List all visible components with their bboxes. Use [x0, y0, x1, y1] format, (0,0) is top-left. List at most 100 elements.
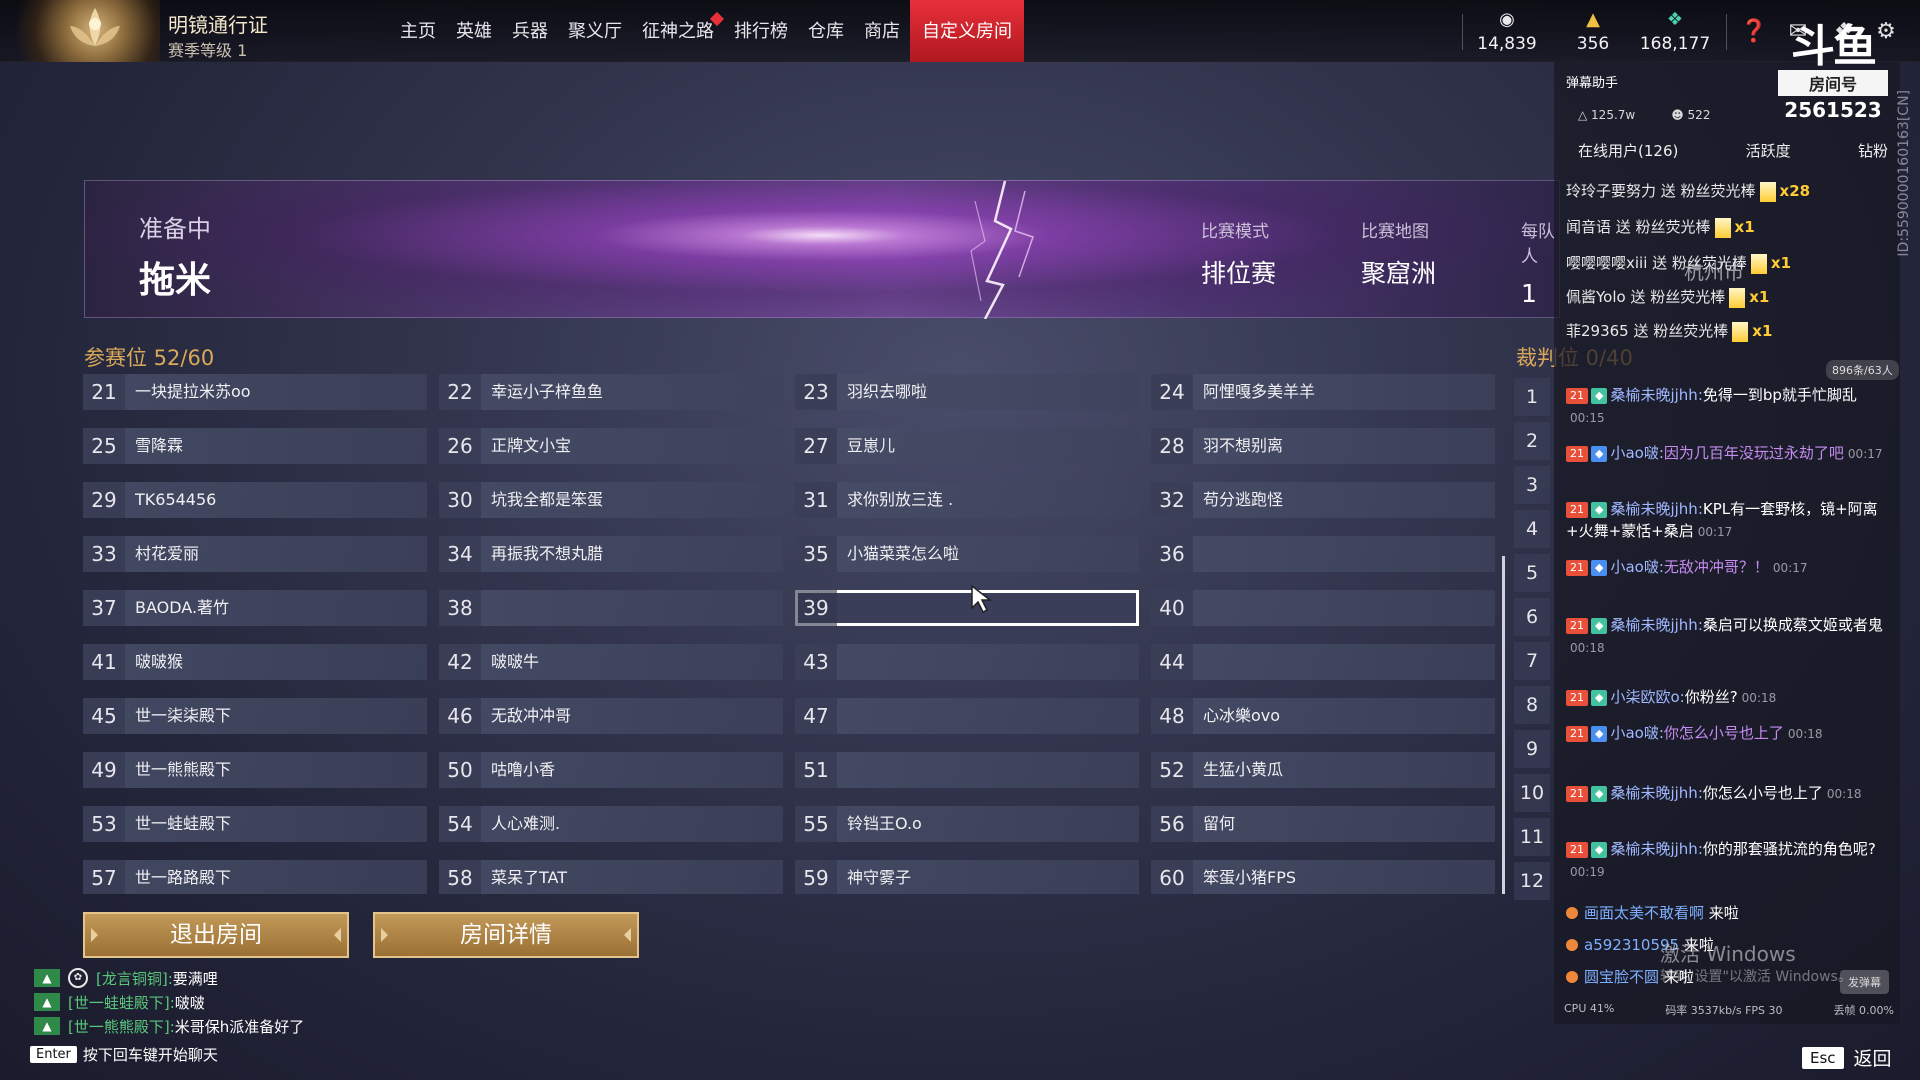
nav-weapons[interactable]: 兵器	[502, 0, 558, 62]
user-rank-badge: ◆	[1591, 690, 1608, 706]
participant-slot[interactable]: 42 啵啵牛	[439, 644, 783, 680]
fan-level-badge: 21	[1566, 786, 1588, 802]
referee-slot[interactable]: 4	[1514, 510, 1550, 554]
slot-number: 35	[795, 536, 837, 572]
slot-player-name: TK654456	[135, 490, 217, 509]
slot-number: 51	[795, 752, 837, 788]
nav-home[interactable]: 主页	[390, 0, 446, 62]
referee-slot[interactable]: 5	[1514, 554, 1550, 598]
participant-slot[interactable]: 53 世一蛙蛙殿下	[83, 806, 427, 842]
participant-slot[interactable]: 35 小猫菜菜怎么啦	[795, 536, 1139, 572]
participant-slot[interactable]: 23 羽织去哪啦	[795, 374, 1139, 410]
top-bar: 明镜通行证 赛季等级 1 主页 英雄 兵器 聚义厅 征神之路 排行榜 仓库 商店…	[0, 0, 1920, 62]
participant-slot[interactable]: 45 世一柒柒殿下	[83, 698, 427, 734]
participant-slot[interactable]: 43	[795, 644, 1139, 680]
slot-number: 32	[1151, 482, 1193, 518]
room-chat: ▲ ✿ [龙言铜铜]: 要满哩 ▲ [世一蛙蛙殿下]: 啵啵 ▲ [世一熊熊殿下…	[34, 966, 304, 1038]
participant-slot[interactable]: 49 世一熊熊殿下	[83, 752, 427, 788]
participant-slot[interactable]: 33 村花爱丽	[83, 536, 427, 572]
referee-slot[interactable]: 12	[1514, 862, 1550, 906]
participant-slot[interactable]: 50 咕噜小香	[439, 752, 783, 788]
participant-slot[interactable]: 41 啵啵猴	[83, 644, 427, 680]
referee-slot[interactable]: 6	[1514, 598, 1550, 642]
participant-slot[interactable]: 27 豆崽儿	[795, 428, 1139, 464]
danmaku-user: 桑榆未晚jjhh:	[1610, 500, 1703, 518]
currency-gold[interactable]: ▲ 356	[1548, 10, 1638, 55]
battle-pass-title[interactable]: 明镜通行证	[168, 9, 268, 38]
participant-slot[interactable]: 54 人心难测.	[439, 806, 783, 842]
participant-slot[interactable]: 37 BAODA.著竹	[83, 590, 427, 626]
tab-diamond-fans[interactable]: 钻粉	[1858, 140, 1888, 161]
participant-slot[interactable]: 28 羽不想别离	[1151, 428, 1495, 464]
referee-slot[interactable]: 2	[1514, 422, 1550, 466]
exit-room-button[interactable]: 退出房间	[83, 912, 349, 958]
referee-slot[interactable]: 11	[1514, 818, 1550, 862]
slot-number: 49	[83, 752, 125, 788]
participant-slot[interactable]: 32 苟分逃跑怪	[1151, 482, 1495, 518]
nav-shop[interactable]: 商店	[854, 0, 910, 62]
participant-slot[interactable]: 31 求你别放三连 .	[795, 482, 1139, 518]
participant-slot[interactable]: 25 雪降霖	[83, 428, 427, 464]
referee-slot[interactable]: 8	[1514, 686, 1550, 730]
help-icon[interactable]: ❓	[1740, 20, 1768, 44]
chat-channel-icon: ▲	[34, 969, 60, 987]
nav-warehouse[interactable]: 仓库	[798, 0, 854, 62]
participant-slot[interactable]: 60 笨蛋小猪FPS	[1151, 860, 1495, 894]
slot-player-name: 生猛小黄瓜	[1203, 760, 1284, 779]
slot-number: 36	[1151, 536, 1193, 572]
tab-activity[interactable]: 活跃度	[1746, 140, 1791, 161]
nav-heroes[interactable]: 英雄	[446, 0, 502, 62]
participant-slot[interactable]: 57 世一路路殿下	[83, 860, 427, 894]
referee-slot[interactable]: 7	[1514, 642, 1550, 686]
currency-coins[interactable]: ◉ 14,839	[1462, 10, 1552, 55]
participant-slot[interactable]: 22 幸运小子梓鱼鱼	[439, 374, 783, 410]
participant-slot[interactable]: 47	[795, 698, 1139, 734]
participant-slot[interactable]: 30 坑我全都是笨蛋	[439, 482, 783, 518]
nav-road-to-god[interactable]: 征神之路	[632, 0, 725, 62]
participant-slot[interactable]: 34 再振我不想丸腊	[439, 536, 783, 572]
participant-slot[interactable]: 52 生猛小黄瓜	[1151, 752, 1495, 788]
referee-slot-number: 4	[1514, 510, 1550, 548]
match-mode-value: 排位赛	[1201, 259, 1277, 288]
participant-slot[interactable]: 51	[795, 752, 1139, 788]
back-button[interactable]: Esc 返回	[1802, 1044, 1892, 1071]
slot-player-name: 再振我不想丸腊	[491, 544, 604, 563]
participant-slot[interactable]: 44	[1151, 644, 1495, 680]
participant-slot[interactable]: 46 无敌冲冲哥	[439, 698, 783, 734]
nav-leaderboard[interactable]: 排行榜	[724, 0, 798, 62]
slot-scrollbar[interactable]	[1502, 556, 1505, 894]
referee-slot[interactable]: 9	[1514, 730, 1550, 774]
referee-slot[interactable]: 3	[1514, 466, 1550, 510]
slot-number: 27	[795, 428, 837, 464]
participant-slot[interactable]: 56 留何	[1151, 806, 1495, 842]
gift-count: x1	[1734, 218, 1755, 236]
participant-slot[interactable]: 55 铃铛王O.o	[795, 806, 1139, 842]
nav-guild-hall[interactable]: 聚义厅	[558, 0, 632, 62]
participant-slot[interactable]: 29 TK654456	[83, 482, 427, 518]
participant-slot[interactable]: 24 阿悝嘎多美羊羊	[1151, 374, 1495, 410]
currency-feather[interactable]: ❖ 168,177	[1630, 10, 1720, 55]
gift-count: x1	[1752, 322, 1773, 340]
overlay-tabs: 在线用户(126) 活跃度 钻粉	[1578, 140, 1888, 161]
chat-hint-text: 按下回车键开始聊天	[82, 1046, 218, 1064]
glow-stick-icon	[1714, 217, 1731, 238]
referee-slot[interactable]: 1	[1514, 378, 1550, 422]
room-details-button[interactable]: 房间详情	[373, 912, 639, 958]
chat-input-hint[interactable]: Enter 按下回车键开始聊天	[30, 1044, 218, 1065]
participant-slot[interactable]: 48 心冰樂ovo	[1151, 698, 1495, 734]
participant-slot[interactable]: 38	[439, 590, 783, 626]
referee-slot[interactable]: 10	[1514, 774, 1550, 818]
gift-text: 玲玲子要努力 送 粉丝荧光棒	[1566, 182, 1756, 200]
nav-custom-room[interactable]: 自定义房间	[910, 0, 1024, 62]
participant-slot[interactable]: 36	[1151, 536, 1495, 572]
participant-slot[interactable]: 59 神守雾子	[795, 860, 1139, 894]
participant-slot[interactable]: 26 正牌文小宝	[439, 428, 783, 464]
nav-guild-hall-label: 聚义厅	[568, 21, 622, 42]
tab-online-users[interactable]: 在线用户(126)	[1578, 140, 1678, 161]
participant-slot[interactable]: 39	[795, 590, 1139, 626]
gift-count: x1	[1749, 288, 1770, 306]
participant-slot[interactable]: 40	[1151, 590, 1495, 626]
participant-slot[interactable]: 58 菜呆了TAT	[439, 860, 783, 894]
participant-slot[interactable]: 21 一块提拉米苏oo	[83, 374, 427, 410]
slot-player-name: 啵啵牛	[491, 652, 540, 671]
